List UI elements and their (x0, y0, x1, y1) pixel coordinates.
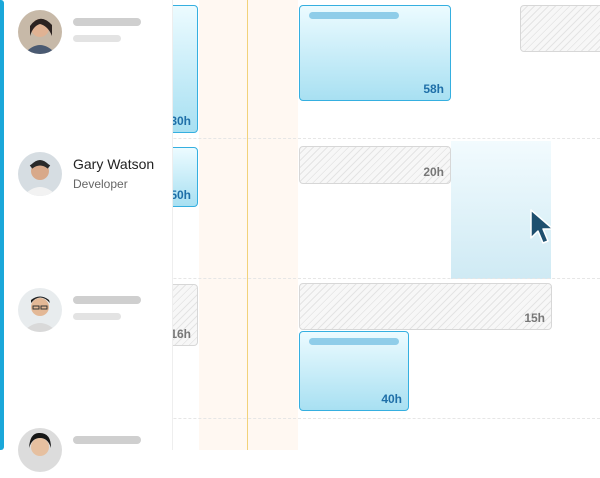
people-column: Gary Watson Developer (4, 0, 173, 472)
person-row[interactable] (18, 428, 178, 478)
time-off-block[interactable] (520, 5, 600, 52)
assignment-hours: 58h (423, 82, 444, 96)
person-row[interactable]: Gary Watson Developer (18, 152, 178, 202)
assignment-title-placeholder (309, 338, 399, 345)
avatar (18, 10, 62, 54)
assignment-title-placeholder (309, 12, 399, 19)
person-row[interactable] (18, 10, 178, 60)
person-row[interactable] (18, 288, 178, 338)
pointer-arrow-icon (530, 209, 554, 244)
avatar (18, 288, 62, 332)
time-off-block[interactable]: 20h (299, 146, 451, 184)
person-name: Gary Watson (73, 156, 155, 172)
role-placeholder (73, 35, 121, 42)
person-role: Developer (73, 177, 128, 191)
time-off-block[interactable]: 15h (299, 283, 552, 330)
name-placeholder (73, 296, 141, 304)
time-off-hours: 20h (423, 165, 444, 179)
name-placeholder (73, 436, 141, 444)
avatar (18, 152, 62, 196)
today-marker (247, 0, 248, 450)
name-placeholder (73, 18, 141, 26)
assignment-block[interactable]: 40h (299, 331, 409, 411)
weekend-column (199, 0, 298, 450)
avatar (18, 428, 62, 472)
assignment-block[interactable]: 58h (299, 5, 451, 101)
time-off-hours: 15h (524, 311, 545, 325)
assignment-hours: 30h (170, 114, 191, 128)
assignment-hours: 40h (381, 392, 402, 406)
role-placeholder (73, 313, 121, 320)
